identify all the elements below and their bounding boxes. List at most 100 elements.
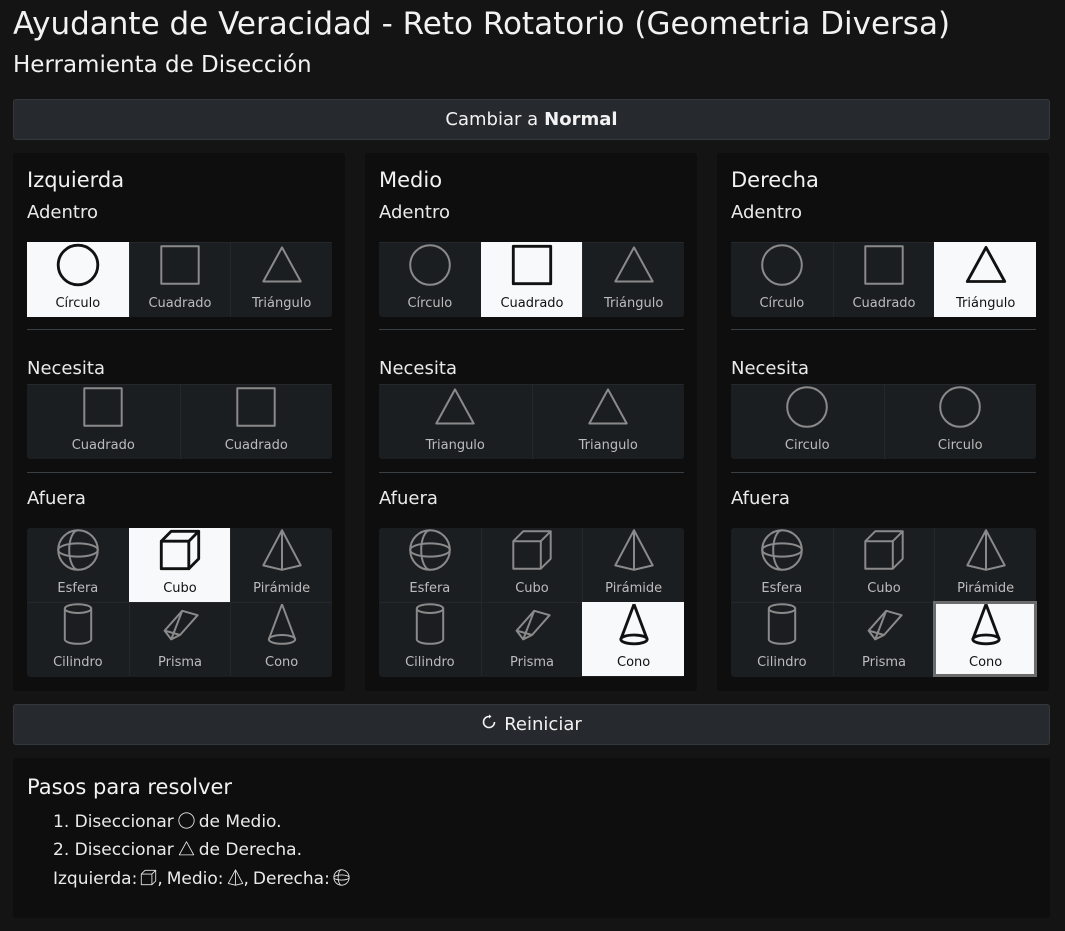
step-text: 2. Diseccionar [53, 840, 174, 860]
prism-icon [862, 602, 906, 655]
outside-option-cone[interactable]: Cono [933, 601, 1037, 677]
outside-option-pyramid[interactable]: Pirámide [230, 528, 332, 602]
inside-option-label: Triángulo [252, 296, 312, 311]
square-icon [862, 243, 906, 296]
column-title: Izquierda [27, 168, 125, 192]
mode-toggle-mode: Normal [544, 109, 618, 130]
inside-option-circle[interactable]: Círculo [27, 242, 129, 317]
triangle-icon [964, 243, 1008, 296]
inside-option-label: Triángulo [956, 296, 1016, 311]
step-item: 2. Diseccionar de Derecha. [53, 840, 302, 868]
circle-icon [785, 385, 829, 438]
column-title: Medio [379, 168, 443, 192]
refresh-icon [481, 714, 504, 735]
inside-option-label: Cuadrado [852, 296, 916, 311]
divider [731, 329, 1036, 330]
outside-option-label: Esfera [409, 581, 451, 596]
outside-option-sphere[interactable]: Esfera [731, 528, 833, 602]
needs-shape-grid: Triangulo Triangulo [379, 384, 684, 459]
outside-option-label: Cubo [163, 581, 197, 596]
inside-option-square[interactable]: Cuadrado [128, 242, 231, 317]
page-title: Ayudante de Veracidad - Reto Rotatorio (… [13, 6, 951, 42]
circle-icon [938, 385, 982, 438]
needs-option-label: Triangulo [578, 438, 638, 453]
cube-icon [140, 869, 157, 891]
needs-option-circle: Circulo [731, 384, 884, 459]
summary-label: Medio: [166, 869, 224, 889]
outside-option-label: Prisma [158, 655, 202, 670]
page-subtitle: Herramienta de Disección [13, 52, 312, 78]
cone-icon [260, 602, 304, 655]
outside-option-label: Esfera [761, 581, 803, 596]
inside-option-square[interactable]: Cuadrado [832, 242, 935, 317]
outside-shape-grid: Esfera Cubo Pirámide Cilindro Prisma Cono [731, 528, 1037, 677]
cylinder-icon [408, 602, 452, 655]
triangle-icon [586, 385, 630, 438]
outside-option-label: Cilindro [405, 655, 455, 670]
inside-option-triangle[interactable]: Triángulo [582, 242, 684, 317]
mode-toggle-button[interactable]: Cambiar a Normal [13, 99, 1050, 140]
page: Ayudante de Veracidad - Reto Rotatorio (… [0, 0, 1065, 931]
outside-option-label: Prisma [510, 655, 554, 670]
cube-icon [158, 528, 202, 581]
outside-option-label: Prisma [862, 655, 906, 670]
divider [27, 329, 332, 330]
inside-option-triangle[interactable]: Triángulo [230, 242, 332, 317]
summary-separator: , [243, 869, 249, 889]
outside-option-cylinder[interactable]: Cilindro [379, 602, 481, 676]
inside-shape-grid: Círculo Cuadrado Triángulo [379, 242, 684, 317]
step-text: de Medio. [198, 812, 282, 832]
circle-icon [760, 243, 804, 296]
column-izquierda: Izquierda Adentro Necesita Afuera Círculo Cua… [13, 153, 345, 691]
reset-button[interactable]: Reiniciar [13, 704, 1050, 745]
section-label-outside: Afuera [27, 488, 86, 509]
step-text: 1. Diseccionar [53, 812, 174, 832]
needs-option-label: Circulo [784, 438, 830, 453]
cube-icon [862, 528, 906, 581]
needs-option-circle: Circulo [883, 384, 1036, 459]
section-label-needs: Necesita [731, 358, 809, 379]
needs-shape-grid: Circulo Circulo [731, 384, 1036, 459]
outside-option-sphere[interactable]: Esfera [27, 528, 129, 602]
outside-option-cube[interactable]: Cubo [832, 528, 935, 602]
prism-icon [510, 602, 554, 655]
outside-option-cube[interactable]: Cubo [480, 528, 583, 602]
square-icon [158, 243, 202, 296]
summary-separator: , [157, 869, 163, 889]
outside-option-prism[interactable]: Prisma [128, 602, 231, 676]
outside-option-cone[interactable]: Cono [582, 602, 684, 676]
inside-option-circle[interactable]: Círculo [731, 242, 833, 317]
outside-option-prism[interactable]: Prisma [832, 602, 935, 676]
pyramid-icon [227, 869, 244, 891]
square-icon [510, 243, 554, 296]
prism-icon [158, 602, 202, 655]
outside-shape-grid: Esfera Cubo Pirámide Cilindro Prisma Cono [27, 528, 332, 677]
divider [379, 472, 684, 473]
outside-option-pyramid[interactable]: Pirámide [582, 528, 684, 602]
step-item: 1. Diseccionar de Medio. [53, 812, 302, 840]
outside-option-sphere[interactable]: Esfera [379, 528, 481, 602]
inside-option-square[interactable]: Cuadrado [480, 242, 583, 317]
outside-option-cone[interactable]: Cono [230, 602, 332, 676]
circle-icon [408, 243, 452, 296]
outside-shape-grid: Esfera Cubo Pirámide Cilindro Prisma Cono [379, 528, 684, 677]
outside-option-prism[interactable]: Prisma [480, 602, 583, 676]
divider [379, 329, 684, 330]
outside-option-cube[interactable]: Cubo [128, 528, 231, 602]
column-medio: Medio Adentro Necesita Afuera Círculo Cuadrad… [365, 153, 697, 691]
outside-option-cylinder[interactable]: Cilindro [27, 602, 129, 676]
outside-option-label: Pirámide [605, 581, 663, 596]
steps-title: Pasos para resolver [27, 775, 233, 799]
column-title: Derecha [731, 168, 819, 192]
sphere-icon [333, 869, 350, 891]
sphere-icon [408, 528, 452, 581]
sphere-icon [56, 528, 100, 581]
inside-option-triangle[interactable]: Triángulo [934, 242, 1036, 317]
inside-option-circle[interactable]: Círculo [379, 242, 481, 317]
outside-option-pyramid[interactable]: Pirámide [934, 528, 1036, 602]
needs-option-triangle: Triangulo [531, 384, 684, 459]
needs-option-label: Circulo [937, 438, 983, 453]
column-derecha: Derecha Adentro Necesita Afuera Círculo Cuadr… [717, 153, 1049, 691]
section-label-needs: Necesita [27, 358, 105, 379]
outside-option-cylinder[interactable]: Cilindro [731, 602, 833, 676]
